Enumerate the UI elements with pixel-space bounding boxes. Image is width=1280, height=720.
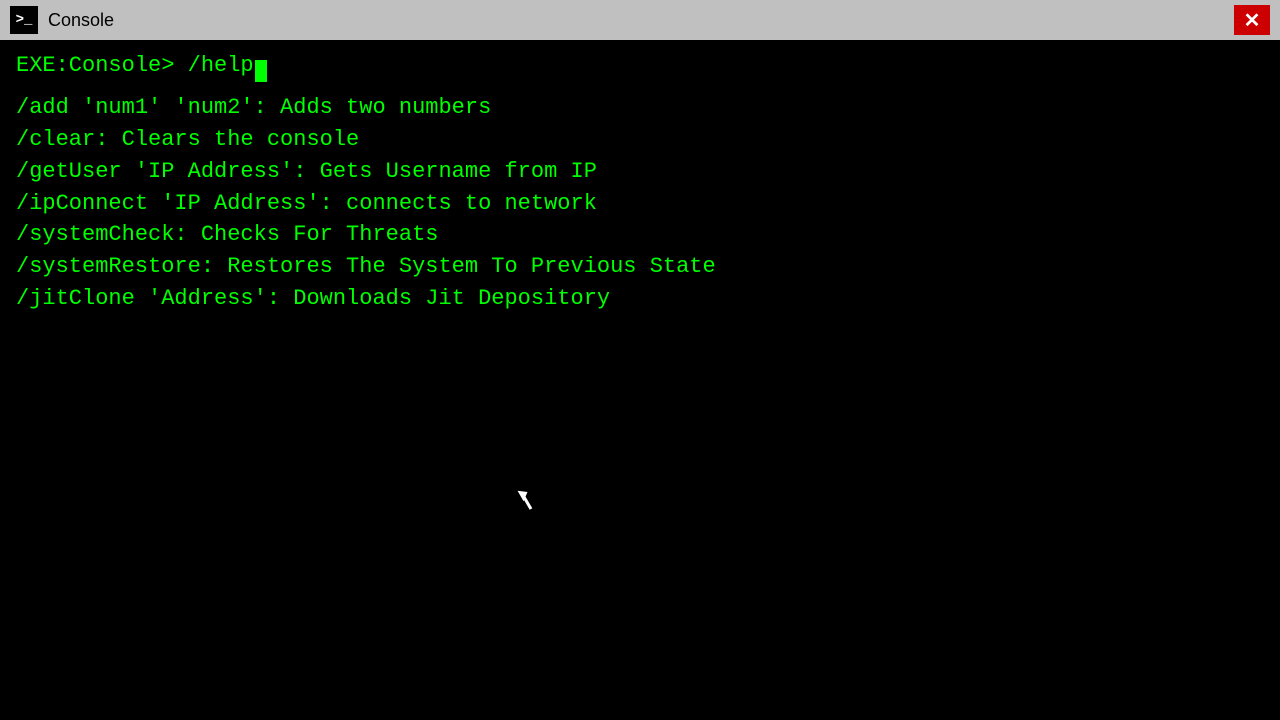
title-bar: >_ Console ✕ bbox=[0, 0, 1280, 40]
console-body[interactable]: EXE:Console> /help /add 'num1' 'num2': A… bbox=[0, 40, 1280, 720]
help-line: /add 'num1' 'num2': Adds two numbers bbox=[16, 92, 1264, 124]
terminal-icon-text: >_ bbox=[16, 12, 33, 28]
cursor bbox=[255, 60, 267, 82]
window-title: Console bbox=[48, 10, 114, 31]
prompt-text: EXE:Console> /help bbox=[16, 53, 254, 78]
terminal-icon: >_ bbox=[10, 6, 38, 34]
help-lines: /add 'num1' 'num2': Adds two numbers/cle… bbox=[16, 92, 1264, 315]
help-line: /ipConnect 'IP Address': connects to net… bbox=[16, 188, 1264, 220]
title-bar-left: >_ Console bbox=[10, 6, 114, 34]
help-line: /getUser 'IP Address': Gets Username fro… bbox=[16, 156, 1264, 188]
help-line: /systemCheck: Checks For Threats bbox=[16, 219, 1264, 251]
prompt-line: EXE:Console> /help bbox=[16, 50, 1264, 82]
help-line: /systemRestore: Restores The System To P… bbox=[16, 251, 1264, 283]
close-button[interactable]: ✕ bbox=[1234, 5, 1270, 35]
help-line: /clear: Clears the console bbox=[16, 124, 1264, 156]
help-line: /jitClone 'Address': Downloads Jit Depos… bbox=[16, 283, 1264, 315]
console-window: >_ Console ✕ EXE:Console> /help /add 'nu… bbox=[0, 0, 1280, 720]
